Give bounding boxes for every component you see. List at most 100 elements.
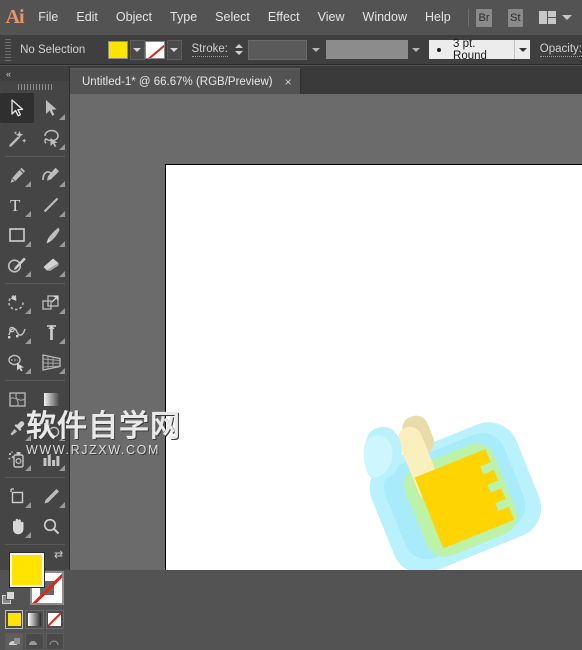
menu-item-window[interactable]: Window: [354, 0, 416, 35]
tool-flyout-indicator: [59, 144, 65, 150]
fill-swatch-dropdown[interactable]: [129, 39, 145, 60]
control-bar-grip[interactable]: [3, 38, 13, 61]
bridge-button[interactable]: Br: [476, 8, 492, 27]
stroke-profile-field[interactable]: [325, 40, 408, 59]
tool-panel-header: «: [0, 66, 69, 81]
fill-swatch-large[interactable]: [9, 552, 45, 588]
tool-eraser[interactable]: [34, 250, 68, 280]
tool-flyout-indicator: [59, 241, 65, 247]
svg-text:T: T: [10, 196, 21, 214]
artboard[interactable]: [165, 164, 582, 570]
tool-selection[interactable]: [0, 93, 34, 123]
draw-inside-button[interactable]: [45, 633, 64, 650]
tool-flyout-indicator: [59, 502, 65, 508]
tool-scale[interactable]: [34, 287, 68, 317]
color-mode-button[interactable]: [5, 610, 24, 629]
tool-direct-selection[interactable]: [34, 93, 68, 123]
stroke-color-swatch[interactable]: [144, 40, 165, 59]
fill-color-swatch[interactable]: [107, 40, 128, 59]
tool-grid: [0, 93, 69, 153]
tool-flyout-indicator: [59, 338, 65, 344]
tool-rotate[interactable]: [0, 287, 34, 317]
tool-flyout-indicator: [25, 241, 31, 247]
gradient-mode-button[interactable]: [25, 610, 44, 629]
tool-zoom[interactable]: [34, 511, 68, 541]
tool-separator-2: [5, 283, 65, 284]
workspace-switcher-icon[interactable]: [539, 11, 556, 24]
tool-artboard[interactable]: [0, 481, 34, 511]
draw-mode-row: [0, 629, 69, 650]
menu-item-object[interactable]: Object: [107, 0, 161, 35]
tool-column-graph[interactable]: [34, 444, 68, 474]
tool-grid-5: [0, 481, 69, 541]
brush-definition-field[interactable]: 3 pt. Round: [429, 38, 515, 62]
tool-flyout-indicator: [59, 211, 65, 217]
tool-panel-grip[interactable]: [0, 81, 69, 93]
none-mode-button[interactable]: [45, 610, 64, 629]
tool-symbol-sprayer[interactable]: [0, 444, 34, 474]
collapse-panel-icon[interactable]: «: [6, 69, 11, 79]
close-icon[interactable]: ×: [285, 76, 292, 88]
tool-free-transform[interactable]: [34, 317, 68, 347]
tool-curvature[interactable]: [34, 160, 68, 190]
menu-item-type[interactable]: Type: [161, 0, 206, 35]
stroke-weight-dropdown[interactable]: [308, 40, 323, 60]
tool-mesh[interactable]: [0, 384, 34, 414]
menu-item-edit[interactable]: Edit: [67, 0, 107, 35]
color-mode-row: [0, 607, 69, 629]
stroke-profile-dropdown[interactable]: [409, 40, 424, 60]
tool-line-segment[interactable]: [34, 190, 68, 220]
default-fill-stroke-icon[interactable]: [2, 591, 16, 605]
tool-flyout-indicator: [25, 532, 31, 538]
tool-width[interactable]: [0, 317, 34, 347]
tool-slice[interactable]: [34, 481, 68, 511]
tool-flyout-indicator: [59, 271, 65, 277]
swap-fill-stroke-icon[interactable]: ⇄: [54, 550, 67, 563]
tool-type[interactable]: T: [0, 190, 34, 220]
tool-separator-5: [5, 544, 65, 545]
tool-shaper[interactable]: [0, 250, 34, 280]
menu-bar: Ai File Edit Object Type Select Effect V…: [0, 0, 582, 35]
tool-shape-builder[interactable]: [0, 347, 34, 377]
tool-grid-2: T: [0, 160, 69, 280]
tool-gradient[interactable]: [34, 384, 68, 414]
brush-definition-dropdown[interactable]: [514, 40, 530, 59]
menu-item-help[interactable]: Help: [416, 0, 460, 35]
tool-flyout-indicator: [25, 465, 31, 471]
stroke-weight-label[interactable]: Stroke:: [191, 43, 228, 57]
tool-flyout-indicator: [25, 338, 31, 344]
menu-item-effect[interactable]: Effect: [259, 0, 309, 35]
tool-perspective-grid[interactable]: [34, 347, 68, 377]
document-tab[interactable]: Untitled-1* @ 66.67% (RGB/Preview) ×: [70, 68, 301, 94]
stock-button[interactable]: St: [507, 8, 523, 27]
menu-item-view[interactable]: View: [309, 0, 354, 35]
tool-lasso[interactable]: [34, 123, 68, 153]
canvas-area[interactable]: [70, 94, 582, 570]
stroke-swatch-dropdown[interactable]: [166, 39, 182, 60]
document-tab-bar: Untitled-1* @ 66.67% (RGB/Preview) ×: [70, 66, 582, 94]
tool-blend[interactable]: [34, 414, 68, 444]
tool-flyout-indicator: [25, 211, 31, 217]
menu-item-file[interactable]: File: [29, 0, 67, 35]
tool-hand[interactable]: [0, 511, 34, 541]
chevron-down-icon[interactable]: [562, 15, 572, 20]
tool-grid-3: [0, 287, 69, 377]
tool-separator-4: [5, 477, 65, 478]
tool-pen[interactable]: [0, 160, 34, 190]
control-bar: No Selection Stroke: 3 pt. Round Opacity…: [0, 35, 582, 65]
tool-rectangle[interactable]: [0, 220, 34, 250]
menu-item-select[interactable]: Select: [206, 0, 259, 35]
tool-eyedropper[interactable]: [0, 414, 34, 444]
stroke-weight-stepper[interactable]: [234, 40, 245, 60]
draw-behind-button[interactable]: [25, 633, 44, 650]
opacity-label[interactable]: Opacity:: [539, 43, 582, 57]
tool-panel: « T ⇄: [0, 66, 70, 650]
draw-normal-button[interactable]: [5, 633, 24, 650]
baby-bottle-illustration[interactable]: [341, 395, 581, 570]
stroke-weight-field[interactable]: [247, 39, 308, 60]
tool-separator-3: [5, 380, 65, 381]
tool-magic-wand[interactable]: [0, 123, 34, 153]
document-tab-title: Untitled-1* @ 66.67% (RGB/Preview): [82, 75, 273, 88]
tool-flyout-indicator: [59, 435, 65, 441]
tool-paintbrush[interactable]: [34, 220, 68, 250]
